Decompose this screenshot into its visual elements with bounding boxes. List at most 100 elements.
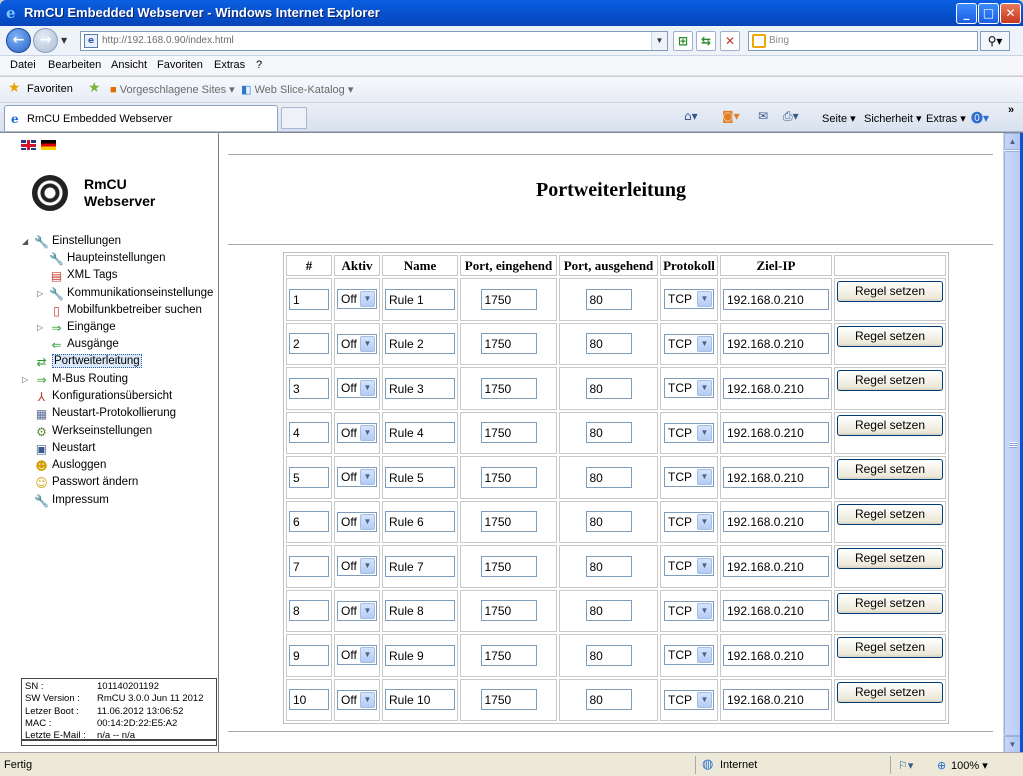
scroll-up-icon[interactable]: ▲ xyxy=(1004,133,1021,150)
port-out-input[interactable]: 80 xyxy=(585,377,632,399)
protocol-select[interactable]: TCP ▼ xyxy=(664,556,714,577)
nav-einstellungen[interactable]: ◢ 🔧 Einstellungen xyxy=(22,235,121,249)
port-in-input[interactable]: 1750 xyxy=(480,644,537,666)
english-flag-icon[interactable] xyxy=(21,140,36,150)
rule-name-input[interactable]: Rule 8 xyxy=(385,600,455,622)
maximize-button[interactable]: □ xyxy=(978,3,999,24)
nav-passwort[interactable]: ☺ Passwort ändern xyxy=(34,476,138,490)
rule-name-input[interactable]: Rule 3 xyxy=(385,377,455,399)
set-rule-button[interactable]: Regel setzen xyxy=(837,370,943,392)
aktiv-select[interactable]: Off ▼ xyxy=(337,422,377,443)
safety-menu[interactable]: Sicherheit ▾ xyxy=(864,112,922,125)
port-out-input[interactable]: 80 xyxy=(585,511,632,533)
row-number-field[interactable]: 4 xyxy=(289,422,329,444)
port-in-input[interactable]: 1750 xyxy=(480,600,537,622)
aktiv-select[interactable]: Off ▼ xyxy=(337,467,377,488)
nav-portweiterleitung[interactable]: ⇄ Portweiterleitung xyxy=(34,354,142,369)
aktiv-select[interactable]: Off ▼ xyxy=(337,378,377,399)
menu-bearbeiten[interactable]: Bearbeiten xyxy=(48,59,101,71)
set-rule-button[interactable]: Regel setzen xyxy=(837,281,943,303)
nav-impressum[interactable]: 🔧 Impressum xyxy=(34,494,109,508)
rule-name-input[interactable]: Rule 9 xyxy=(385,644,455,666)
protocol-select[interactable]: TCP ▼ xyxy=(664,600,714,621)
aktiv-select[interactable]: Off ▼ xyxy=(337,511,377,532)
close-window-button[interactable]: ✕ xyxy=(1000,3,1021,24)
target-ip-input[interactable]: 192.168.0.210 xyxy=(723,511,829,533)
set-rule-button[interactable]: Regel setzen xyxy=(837,592,943,614)
set-rule-button[interactable]: Regel setzen xyxy=(837,503,943,525)
search-button[interactable]: ⚲▾ xyxy=(980,31,1010,51)
minimize-button[interactable]: _ xyxy=(956,3,977,24)
port-out-input[interactable]: 80 xyxy=(585,333,632,355)
back-button[interactable]: ← xyxy=(6,28,31,53)
port-in-input[interactable]: 1750 xyxy=(480,555,537,577)
nav-kommunikation[interactable]: ▷ 🔧 Kommunikationseinstellunge xyxy=(37,287,213,301)
rule-name-input[interactable]: Rule 4 xyxy=(385,422,455,444)
port-in-input[interactable]: 1750 xyxy=(480,377,537,399)
row-number-field[interactable]: 3 xyxy=(289,377,329,399)
nav-mobilfunk[interactable]: ▯ Mobilfunkbetreiber suchen xyxy=(49,304,202,318)
port-in-input[interactable]: 1750 xyxy=(480,689,537,711)
nav-werkseinstellungen[interactable]: ⚙ Werkseinstellungen xyxy=(34,425,152,439)
vertical-scrollbar[interactable]: ▲ ▼ xyxy=(1003,133,1021,753)
row-number-field[interactable]: 9 xyxy=(289,644,329,666)
compatibility-view-icon[interactable]: ⊞ xyxy=(673,31,693,51)
address-dropdown-icon[interactable]: ▼ xyxy=(651,32,667,50)
set-rule-button[interactable]: Regel setzen xyxy=(837,548,943,570)
target-ip-input[interactable]: 192.168.0.210 xyxy=(723,377,829,399)
stop-icon[interactable]: ✕ xyxy=(720,31,740,51)
tools-menu[interactable]: Extras ▾ xyxy=(926,112,966,125)
port-out-input[interactable]: 80 xyxy=(585,422,632,444)
port-out-input[interactable]: 80 xyxy=(585,689,632,711)
window-title-bar[interactable]: e RmCU Embedded Webserver - Windows Inte… xyxy=(0,0,1023,26)
rss-feed-icon[interactable]: ◙▾ xyxy=(722,109,740,123)
rule-name-input[interactable]: Rule 6 xyxy=(385,511,455,533)
aktiv-select[interactable]: Off ▼ xyxy=(337,600,377,621)
recent-pages-dropdown[interactable]: ▼ xyxy=(61,36,67,45)
port-out-input[interactable]: 80 xyxy=(585,644,632,666)
nav-ausgaenge[interactable]: ⇐ Ausgänge xyxy=(49,338,118,352)
page-menu[interactable]: Seite ▾ xyxy=(822,112,856,125)
menu-favoriten[interactable]: Favoriten xyxy=(157,59,203,71)
rule-name-input[interactable]: Rule 10 xyxy=(385,689,455,711)
search-input[interactable]: Bing xyxy=(748,31,978,51)
target-ip-input[interactable]: 192.168.0.210 xyxy=(723,288,829,310)
set-rule-button[interactable]: Regel setzen xyxy=(837,325,943,347)
nav-neustart-protokollierung[interactable]: ▦ Neustart-Protokollierung xyxy=(34,407,176,421)
help-icon[interactable]: ⓿▾ xyxy=(971,109,989,125)
address-bar[interactable]: e http://192.168.0.90/index.html ▼ xyxy=(80,31,668,51)
protocol-select[interactable]: TCP ▼ xyxy=(664,333,714,354)
nav-neustart[interactable]: ▣ Neustart xyxy=(34,442,96,456)
port-in-input[interactable]: 1750 xyxy=(480,422,537,444)
port-in-input[interactable]: 1750 xyxy=(480,466,537,488)
protocol-select[interactable]: TCP ▼ xyxy=(664,289,714,310)
nav-haupteinstellungen[interactable]: 🔧 Haupteinstellungen xyxy=(49,252,165,266)
german-flag-icon[interactable] xyxy=(41,140,56,150)
add-favorite-icon[interactable]: ★ xyxy=(88,80,101,96)
protocol-select[interactable]: TCP ▼ xyxy=(664,511,714,532)
expand-triangle-icon[interactable]: ▷ xyxy=(37,323,43,332)
target-ip-input[interactable]: 192.168.0.210 xyxy=(723,466,829,488)
port-out-input[interactable]: 80 xyxy=(585,466,632,488)
nav-konfigurationsuebersicht[interactable]: ⅄ Konfigurationsübersicht xyxy=(34,390,172,404)
aktiv-select[interactable]: Off ▼ xyxy=(337,556,377,577)
scroll-thumb[interactable] xyxy=(1004,151,1021,736)
target-ip-input[interactable]: 192.168.0.210 xyxy=(723,689,829,711)
port-in-input[interactable]: 1750 xyxy=(480,333,537,355)
target-ip-input[interactable]: 192.168.0.210 xyxy=(723,600,829,622)
rule-name-input[interactable]: Rule 1 xyxy=(385,288,455,310)
protected-mode-icon[interactable]: ⚐▾ xyxy=(898,759,913,772)
menu-ansicht[interactable]: Ansicht xyxy=(111,59,147,71)
expand-triangle-icon[interactable]: ▷ xyxy=(37,289,43,298)
port-out-input[interactable]: 80 xyxy=(585,600,632,622)
row-number-field[interactable]: 2 xyxy=(289,333,329,355)
target-ip-input[interactable]: 192.168.0.210 xyxy=(723,333,829,355)
web-slice-link[interactable]: ◧ Web Slice-Katalog ▾ xyxy=(241,83,353,96)
security-zone[interactable]: Internet xyxy=(720,759,757,771)
nav-ausloggen[interactable]: ☻ Ausloggen xyxy=(34,459,106,473)
expand-triangle-icon[interactable]: ▷ xyxy=(22,375,28,384)
menu-help[interactable]: ? xyxy=(256,59,262,71)
target-ip-input[interactable]: 192.168.0.210 xyxy=(723,644,829,666)
row-number-field[interactable]: 7 xyxy=(289,555,329,577)
new-tab-button[interactable] xyxy=(281,107,307,129)
